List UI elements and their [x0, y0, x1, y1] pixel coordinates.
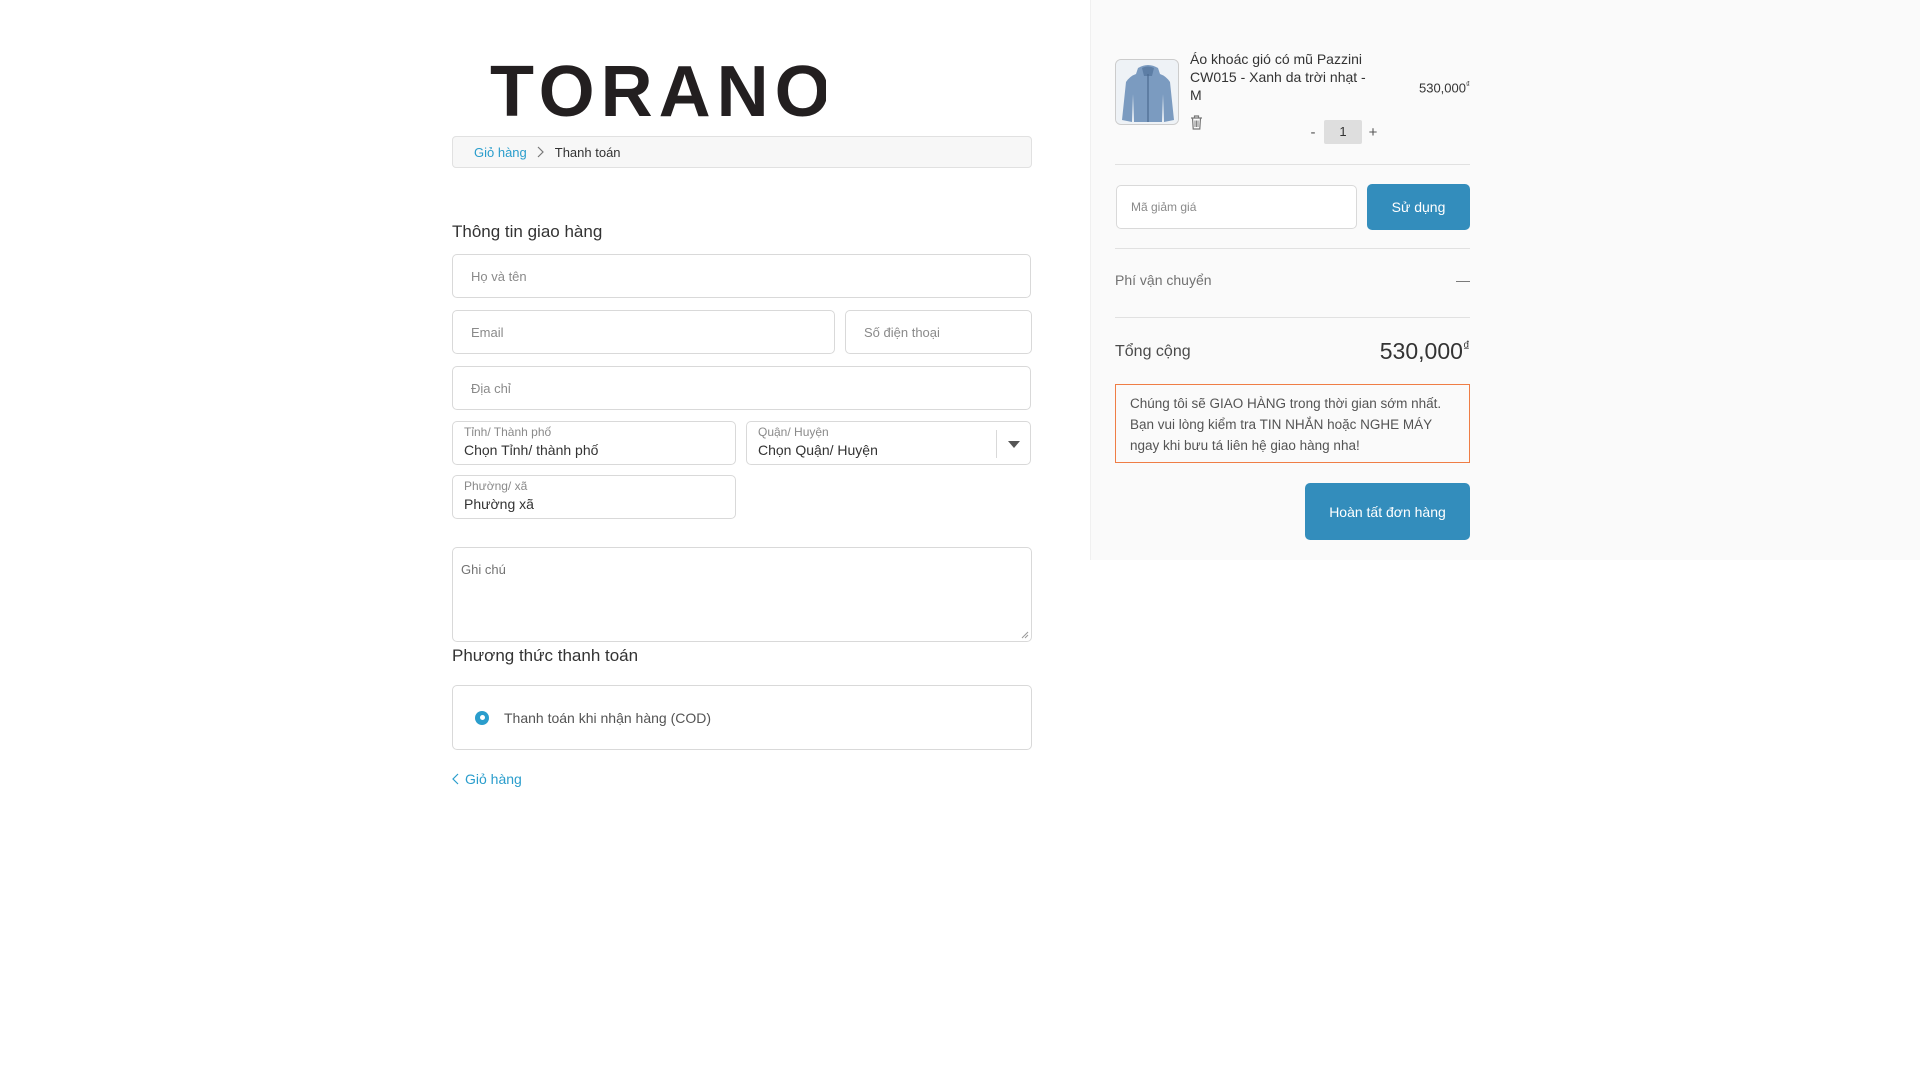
- ward-value: Phường xã: [464, 496, 534, 512]
- quantity-stepper[interactable]: - 1 +: [1306, 120, 1380, 144]
- total-value: 530,000₫: [1379, 338, 1470, 364]
- torano-logo[interactable]: TORANO: [490, 56, 826, 122]
- product-name: Áo khoác gió có mũ Pazzini CW015 - Xanh …: [1190, 51, 1366, 103]
- full-name-field[interactable]: [452, 254, 1031, 298]
- district-value: Chọn Quận/ Huyện: [758, 442, 878, 458]
- address-input[interactable]: [453, 367, 1030, 409]
- phone-input[interactable]: [846, 311, 1031, 353]
- address-field[interactable]: [452, 366, 1031, 410]
- district-select[interactable]: Quận/ Huyện Chọn Quận/ Huyện: [746, 421, 1031, 465]
- ward-label: Phường/ xã: [464, 479, 528, 493]
- province-select[interactable]: Tỉnh/ Thành phố Chọn Tỉnh/ thành phố: [452, 421, 736, 465]
- phone-field[interactable]: [845, 310, 1032, 354]
- email-field[interactable]: [452, 310, 835, 354]
- shipping-fee-value: —: [1456, 272, 1470, 288]
- chevron-right-icon: [537, 146, 545, 158]
- discount-field[interactable]: [1116, 185, 1357, 229]
- delivery-notice: Chúng tôi sẽ GIAO HÀNG trong thời gian s…: [1115, 384, 1470, 463]
- complete-order-button[interactable]: Hoàn tất đơn hàng: [1305, 483, 1470, 540]
- shipping-fee-label: Phí vận chuyển: [1115, 272, 1212, 288]
- trash-icon[interactable]: [1190, 115, 1203, 135]
- district-label: Quận/ Huyện: [758, 425, 829, 439]
- svg-text:TORANO: TORANO: [490, 56, 826, 122]
- payment-method-title: Phương thức thanh toán: [452, 646, 639, 665]
- total-label: Tổng cộng: [1115, 343, 1191, 360]
- apply-discount-button[interactable]: Sử dụng: [1367, 184, 1470, 230]
- note-placeholder: Ghi chú: [461, 562, 506, 577]
- chevron-left-icon: [452, 773, 459, 785]
- shipping-info-title: Thông tin giao hàng: [452, 222, 603, 241]
- back-to-cart-link[interactable]: Giỏ hàng: [452, 771, 522, 787]
- qty-decrease-button[interactable]: -: [1306, 124, 1320, 141]
- ward-select[interactable]: Phường/ xã Phường xã: [452, 475, 736, 519]
- divider: [1115, 164, 1470, 165]
- divider: [1115, 317, 1470, 318]
- breadcrumb-cart-link[interactable]: Giỏ hàng: [474, 145, 527, 160]
- resize-grip-icon[interactable]: [1021, 631, 1029, 639]
- province-label: Tỉnh/ Thành phố: [464, 425, 552, 439]
- payment-option-cod[interactable]: Thanh toán khi nhận hàng (COD): [452, 685, 1032, 750]
- email-input[interactable]: [453, 311, 834, 353]
- breadcrumb-current: Thanh toán: [554, 144, 621, 160]
- breadcrumb: Giỏ hàng Thanh toán: [452, 136, 1032, 168]
- chevron-down-icon[interactable]: [996, 430, 1030, 458]
- note-textarea[interactable]: Ghi chú: [452, 547, 1032, 642]
- discount-input[interactable]: [1117, 186, 1356, 228]
- product-price: 530,000₫: [1418, 80, 1470, 96]
- qty-increase-button[interactable]: +: [1366, 124, 1380, 141]
- divider: [1115, 248, 1470, 249]
- province-value: Chọn Tỉnh/ thành phố: [464, 442, 599, 458]
- full-name-input[interactable]: [453, 255, 1030, 297]
- product-thumbnail: [1115, 59, 1179, 125]
- qty-value[interactable]: 1: [1324, 120, 1362, 144]
- back-link-label: Giỏ hàng: [465, 771, 522, 787]
- cod-radio[interactable]: [475, 710, 489, 725]
- jacket-image: [1116, 60, 1178, 124]
- cod-label: Thanh toán khi nhận hàng (COD): [504, 709, 712, 726]
